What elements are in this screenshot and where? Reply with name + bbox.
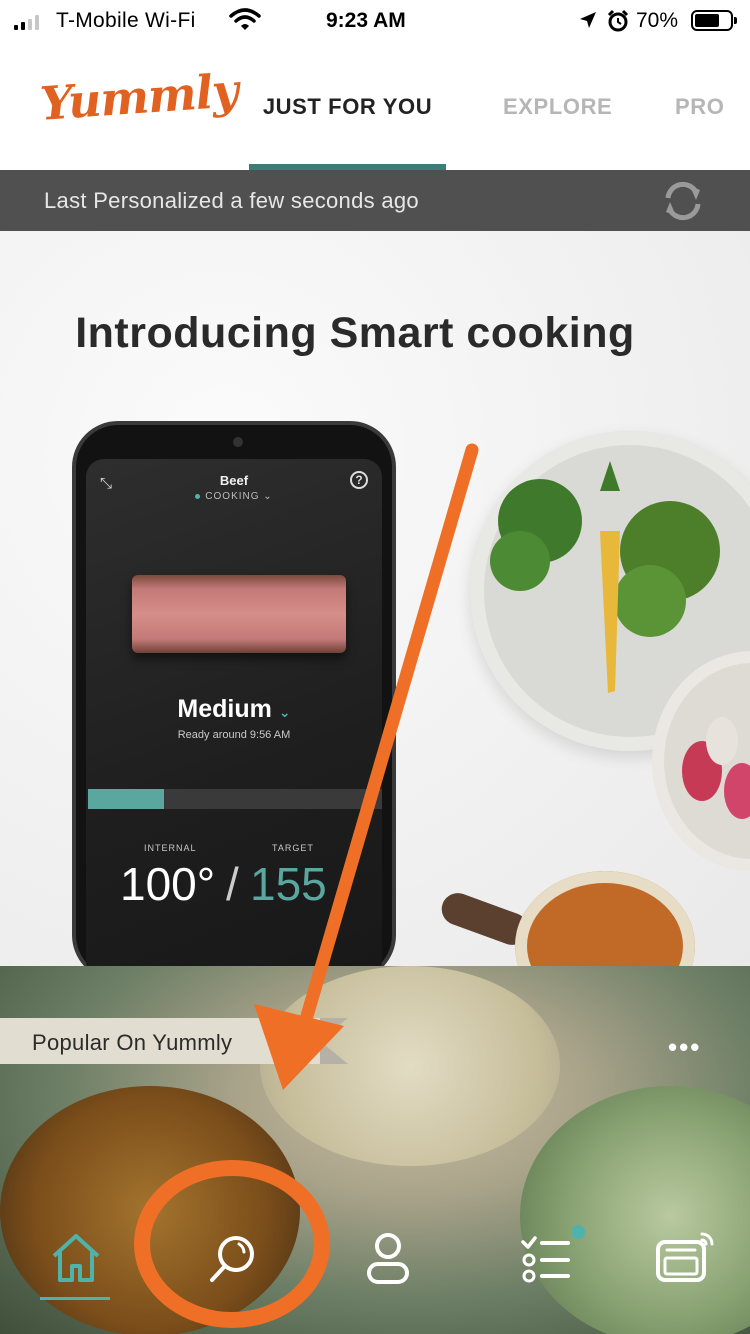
last-personalized-text: Last Personalized a few seconds ago	[44, 188, 419, 213]
screen-food-name: Beef	[219, 473, 249, 488]
status-bar: T-Mobile Wi-Fi 9:23 AM 70%	[0, 0, 750, 42]
smart-cooking-hero-card[interactable]: Introducing Smart cooking ⤡ Beef COOKING…	[0, 231, 750, 966]
tab-explore[interactable]: EXPLORE	[503, 94, 612, 120]
steak-image	[132, 575, 346, 653]
popular-banner-tail	[320, 1018, 348, 1064]
internal-temp-value: 100°	[120, 858, 216, 910]
app-header: Yummly JUST FOR YOU EXPLORE PRO	[0, 42, 750, 170]
radish-bowl-image	[652, 651, 750, 871]
status-time: 9:23 AM	[326, 9, 406, 32]
internal-temp-label: INTERNAL	[144, 843, 197, 853]
battery-icon	[691, 10, 737, 31]
refresh-icon[interactable]	[660, 180, 706, 222]
screen-ready-time: Ready around 9:56 AM	[177, 729, 291, 741]
yummly-logo: Yummly	[38, 63, 240, 131]
location-arrow-icon	[580, 12, 596, 28]
spice-jar-image	[515, 871, 695, 966]
bottom-navigation	[0, 1220, 750, 1334]
tab-pro[interactable]: PRO	[675, 94, 724, 120]
shopping-list-icon[interactable]	[520, 1230, 572, 1286]
cellular-signal-icon	[14, 14, 39, 30]
phone-screen: ⤡ Beef COOKING ⌄ ? Medium ⌄ Ready around…	[86, 459, 382, 966]
target-temp-value: 155	[250, 858, 327, 910]
battery-percent: 70%	[636, 9, 679, 32]
phone-mockup: ⤡ Beef COOKING ⌄ ? Medium ⌄ Ready around…	[72, 421, 396, 966]
search-icon[interactable]	[206, 1230, 262, 1286]
more-dots-icon[interactable]: •••	[668, 1032, 701, 1063]
shopping-list-badge	[571, 1225, 585, 1239]
carrier-name: T-Mobile Wi-Fi	[56, 9, 196, 32]
hero-title: Introducing Smart cooking	[75, 309, 635, 357]
tab-just-for-you[interactable]: JUST FOR YOU	[249, 94, 446, 120]
cooking-progress-bar	[88, 789, 382, 809]
target-temp-label: TARGET	[272, 843, 314, 853]
camera-icon	[233, 437, 243, 447]
popular-label: Popular On Yummly	[32, 1030, 233, 1055]
cooking-progress-fill	[88, 789, 165, 809]
temp-divider: /	[226, 858, 239, 910]
smart-device-icon[interactable]	[654, 1230, 716, 1286]
wifi-icon	[229, 8, 261, 30]
profile-icon[interactable]	[364, 1230, 412, 1286]
screen-doneness: Medium ⌄	[177, 695, 291, 723]
rice-image-region	[260, 966, 560, 1166]
screen-cooking-status: COOKING ⌄	[86, 491, 382, 502]
personalized-status-bar: Last Personalized a few seconds ago	[0, 170, 750, 231]
home-icon[interactable]	[48, 1230, 104, 1286]
alarm-icon	[607, 9, 629, 32]
home-active-indicator	[40, 1297, 110, 1300]
help-icon: ?	[350, 471, 368, 489]
